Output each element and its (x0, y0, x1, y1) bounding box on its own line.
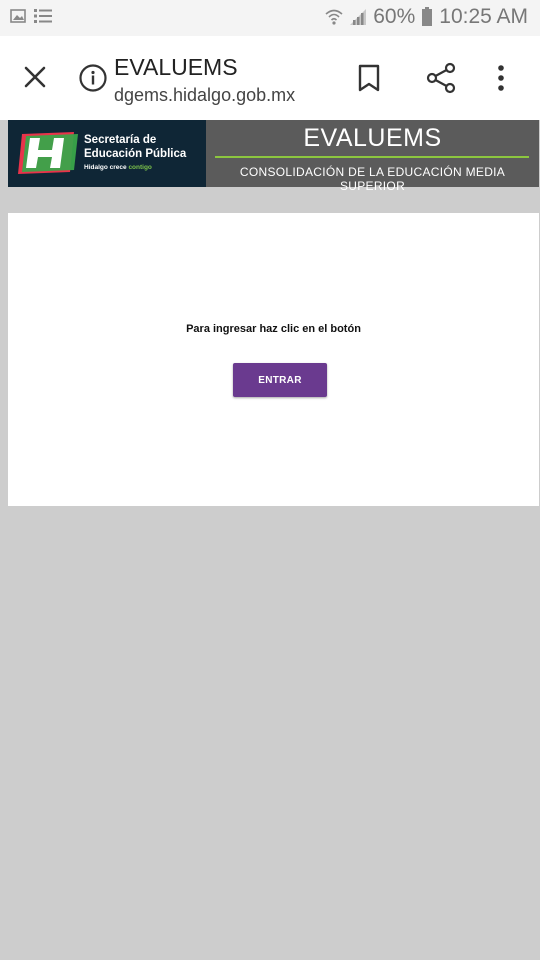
evaluems-header-panel: EVALUEMS CONSOLIDACIÓN DE LA EDUCACIÓN M… (206, 120, 539, 193)
site-title: EVALUEMS (303, 124, 442, 152)
tagline-prefix: Hidalgo crece (84, 164, 129, 171)
bookmark-icon[interactable] (357, 64, 381, 92)
battery-percent: 60% (373, 5, 416, 28)
status-bar: 60% 10:25 AM (0, 0, 540, 36)
site-banner: Secretaría de Educación Pública Hidalgo … (8, 120, 539, 193)
status-left (10, 8, 52, 24)
info-icon[interactable] (78, 63, 108, 93)
signal-icon (349, 8, 367, 26)
page-url[interactable]: dgems.hidalgo.gob.mx (114, 85, 295, 106)
site-subtitle: CONSOLIDACIÓN DE LA EDUCACIÓN MEDIA SUPE… (239, 165, 506, 193)
enter-button[interactable]: ENTRAR (233, 363, 327, 397)
org-name-line1: Secretaría de (84, 134, 157, 146)
status-right: 60% 10:25 AM (325, 5, 528, 29)
title-divider (215, 156, 529, 158)
login-card: Para ingresar haz clic en el botón ENTRA… (8, 213, 539, 506)
list-icon (34, 8, 52, 24)
share-icon[interactable] (426, 62, 456, 94)
org-tagline: Hidalgo crece contigo (84, 164, 152, 171)
browser-toolbar: EVALUEMS dgems.hidalgo.gob.mx (0, 36, 540, 120)
more-vert-icon[interactable] (496, 64, 506, 92)
page-title: EVALUEMS (114, 54, 238, 80)
sep-logo-panel[interactable]: Secretaría de Educación Pública Hidalgo … (8, 120, 206, 187)
hidalgo-h-logo-icon (16, 130, 80, 176)
image-icon (10, 9, 26, 23)
tagline-highlight: contigo (128, 164, 152, 171)
login-instruction: Para ingresar haz clic en el botón (186, 323, 361, 335)
close-icon[interactable] (22, 64, 48, 90)
clock: 10:25 AM (439, 5, 528, 28)
battery-icon (421, 7, 433, 27)
org-name-line2: Educación Pública (84, 148, 187, 160)
wifi-icon (325, 8, 343, 26)
